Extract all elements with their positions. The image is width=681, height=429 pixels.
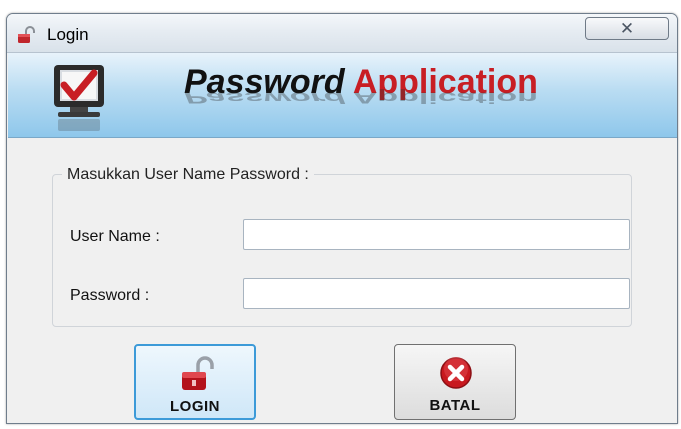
close-icon: ✕ (619, 19, 635, 38)
password-field[interactable] (243, 278, 630, 309)
cancel-button[interactable]: BATAL (394, 344, 516, 420)
username-label: User Name : (70, 228, 160, 245)
reflection-word-application: Application (352, 88, 538, 106)
login-window: Login ✕ Password Application Password Ap… (6, 13, 678, 424)
login-button[interactable]: LOGIN (134, 344, 256, 420)
password-label: Password : (70, 287, 150, 304)
title-bar: Login ✕ (7, 14, 677, 53)
unlocked-padlock-icon (180, 356, 214, 392)
close-button[interactable]: ✕ (585, 17, 669, 40)
lock-icon (16, 25, 36, 45)
credentials-group-label: Masukkan User Name Password : (62, 166, 314, 184)
app-title-reflection: Password Application (184, 88, 538, 106)
header-banner: Password Application Password Applicatio… (8, 53, 677, 138)
login-button-label: LOGIN (170, 398, 220, 415)
username-field[interactable] (243, 219, 630, 250)
window-title: Login (47, 25, 89, 44)
red-x-circle-icon (439, 355, 473, 391)
computer-check-icon (48, 61, 118, 135)
cancel-button-label: BATAL (429, 397, 481, 414)
reflection-word-password: Password (184, 88, 345, 106)
